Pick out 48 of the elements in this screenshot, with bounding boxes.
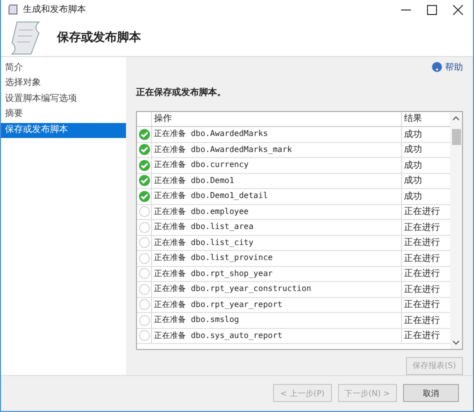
table-cell: 正在准备 dbo.Demo1 — [152, 174, 402, 188]
sidebar-item[interactable]: 选择对象 — [1, 76, 126, 92]
sidebar-item[interactable]: 简介 — [1, 60, 126, 76]
status-text: 正在保存或发布脚本。 — [136, 86, 227, 99]
table-cell-text: 正在进行 — [403, 298, 441, 312]
table-cell: 正在准备 dbo.smslog — [152, 313, 402, 328]
table-cell-text: 成功 — [403, 190, 423, 203]
table-cell-text: 正在进行 — [403, 284, 441, 296]
table-cell: 正在准备 dbo.rpt_year_construction — [152, 282, 402, 297]
scroll-up-icon[interactable] — [452, 114, 460, 121]
maximize-icon[interactable] — [427, 4, 437, 15]
window-title: 生成和发布脚本 — [23, 4, 86, 16]
scrollbar[interactable] — [450, 112, 462, 349]
table-cell: 正在准备 dbo.currency — [152, 158, 402, 173]
page-title: 保存或发布脚本 — [57, 29, 141, 46]
table-cell: 正在准备 dbo.list_province — [152, 251, 402, 266]
table-cell-text: 正在进行 — [403, 314, 441, 327]
scrollbar-thumb[interactable] — [452, 128, 460, 145]
table-cell-text: 正在进行 — [403, 268, 441, 280]
table-cell-text: 成功 — [403, 174, 423, 188]
scroll-down-icon[interactable] — [452, 340, 460, 346]
close-icon[interactable] — [453, 4, 463, 15]
table-cell: 正在准备 dbo.AwardedMarks — [152, 127, 402, 142]
wizard-button[interactable]: 取消 — [403, 384, 459, 402]
table-cell: 正在准备 dbo.AwardedMarks_mark — [152, 142, 402, 158]
table-cell-text: 成功 — [403, 128, 423, 141]
help-label[interactable]: 帮助 — [445, 60, 463, 74]
column-header[interactable]: 操作 — [152, 112, 402, 126]
table-cell-text: 正在进行 — [403, 330, 441, 342]
sidebar-item[interactable]: 保存或发布脚本 — [1, 122, 126, 138]
table-cell-text: 正在进行 — [403, 252, 441, 265]
table-cell: 正在准备 dbo.Demo1_detail — [152, 189, 402, 204]
sidebar-item[interactable]: 设置脚本编写选项 — [1, 92, 126, 108]
table-cell: 正在准备 dbo.list_area — [152, 220, 402, 235]
table-cell: 正在准备 dbo.rpt_shop_year — [152, 266, 402, 282]
column-header[interactable]: 结果 — [402, 112, 450, 126]
sidebar-item[interactable]: 摘要 — [1, 107, 126, 123]
help-icon — [432, 62, 442, 72]
table-cell-text: 正在进行 — [403, 222, 441, 234]
table-cell-text: 成功 — [403, 144, 423, 156]
table-cell-text: 正在进行 — [403, 236, 441, 250]
table-cell: 正在准备 dbo.rpt_year_report — [152, 298, 402, 312]
table-cell-text: 成功 — [403, 160, 423, 172]
table-cell: 正在准备 dbo.list_city — [152, 236, 402, 250]
help-link[interactable]: 帮助 — [432, 60, 463, 74]
table-cell: 正在准备 dbo.sys_auto_report — [152, 328, 402, 344]
table-cell-text: 正在进行 — [403, 206, 441, 218]
table-cell: 正在准备 dbo.employee — [152, 204, 402, 220]
